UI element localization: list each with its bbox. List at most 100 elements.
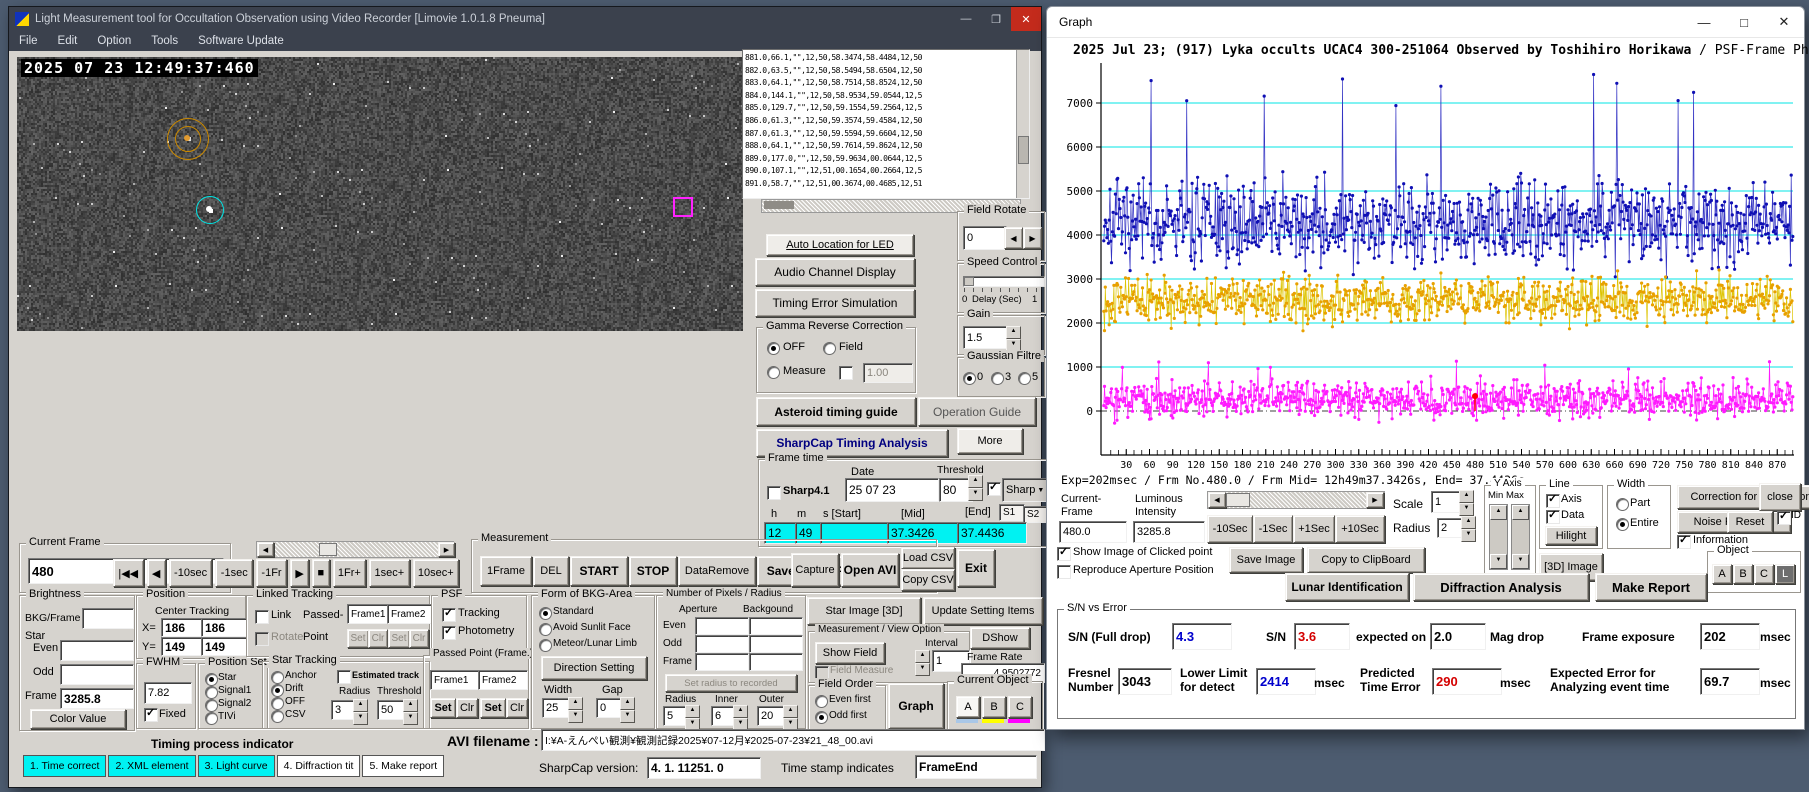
transport-button[interactable]: 1sec+ <box>369 559 410 587</box>
object-c-button[interactable]: C <box>1008 696 1032 718</box>
diffraction-analysis-button[interactable]: Diffraction Analysis <box>1413 573 1589 601</box>
measurement-data-list[interactable]: 881.0,66.1,"",12,50,58.3474,58.4484,12,5… <box>742 49 1030 199</box>
star-frame-field[interactable]: 3285.8 <box>60 688 134 709</box>
gw-object-l-button[interactable]: L <box>1775 564 1795 584</box>
timing-tab[interactable]: 5. Make report <box>362 755 445 777</box>
information-checkbox[interactable] <box>1677 533 1691 549</box>
hilight-button[interactable]: Hilight <box>1545 526 1597 545</box>
y-min-spinner[interactable]: ▲ ▼ <box>1489 504 1508 570</box>
linked-frame2-field[interactable]: Frame2 <box>387 604 433 624</box>
passed-clr2-button[interactable]: Clr <box>506 698 528 718</box>
dshow-button[interactable]: DShow <box>970 627 1030 649</box>
pixels-even-aperture[interactable] <box>695 617 749 635</box>
id-checkbox[interactable] <box>1777 509 1791 525</box>
show-image-checkbox[interactable] <box>1057 545 1071 561</box>
bkg-standard-radio[interactable] <box>539 607 552 620</box>
exposure-field[interactable]: 202 <box>1700 623 1760 650</box>
data-list-row[interactable]: 883.0,64.1,"",12,50,58.7514,58.8524,12,5… <box>745 77 1029 90</box>
gain-spinner[interactable]: ▲ ▼ <box>1006 326 1021 352</box>
gw-scrollbar[interactable]: ◀ ▶ <box>1207 491 1385 509</box>
passed-set1-button[interactable]: Set <box>430 698 456 718</box>
data-remove-button[interactable]: DataRemove <box>678 556 756 586</box>
passed-set2-button[interactable]: Set <box>480 698 506 718</box>
set-radius-recorded-button[interactable]: Set radius to recorded <box>665 674 797 692</box>
line-data-checkbox[interactable] <box>1546 508 1560 524</box>
direction-setting-button[interactable]: Direction Setting <box>541 656 647 680</box>
sharp41-checkbox[interactable] <box>767 486 781 500</box>
sharp-checkbox[interactable] <box>987 480 1001 496</box>
auto-location-led-button[interactable]: Auto Location for LED <box>766 234 914 256</box>
data-list-row[interactable]: 891.0,58.7,"",12,51,00.3674,00.4685,12,5… <box>745 178 1029 191</box>
expected-field[interactable]: 2.0 <box>1430 623 1486 650</box>
object-b-button[interactable]: B <box>982 696 1006 718</box>
gw-luminous-field[interactable]: 3285.8 <box>1133 521 1205 543</box>
graph-minimize-button[interactable]: — <box>1684 7 1724 37</box>
posset-tivi-radio[interactable] <box>205 712 218 725</box>
pixels-frame-background[interactable] <box>749 653 803 671</box>
width-part-radio[interactable] <box>1616 498 1629 511</box>
open-avi-button[interactable]: Open AVI <box>841 553 899 587</box>
y-tracking-field[interactable]: 149 <box>201 637 247 656</box>
transport-button[interactable]: ◀ <box>146 559 166 587</box>
even-first-radio[interactable] <box>815 695 828 708</box>
transport-button[interactable]: |◀◀ <box>113 559 144 587</box>
menu-item[interactable]: File <box>9 35 48 47</box>
field-rotate-right-arrow[interactable]: ▶ <box>1023 227 1042 249</box>
start-button[interactable]: START <box>570 556 628 586</box>
copy-clipboard-button[interactable]: Copy to ClipBoard <box>1307 547 1425 573</box>
gaussian-3-radio[interactable] <box>991 372 1004 385</box>
sn-full-field[interactable]: 4.3 <box>1172 623 1232 650</box>
sn-field[interactable]: 3.6 <box>1294 623 1350 650</box>
gw-radius-spinner[interactable]: ▲ ▼ <box>1461 516 1476 542</box>
data-list-row[interactable]: 887.0,61.3,"",12,50,59.5594,59.6604,12,5… <box>745 128 1029 141</box>
load-csv-button[interactable]: Load CSV <box>901 547 955 569</box>
x-center-field[interactable]: 186 <box>161 618 203 637</box>
threshold-spinner[interactable]: ▲ ▼ <box>968 475 983 501</box>
more-button[interactable]: More <box>957 428 1023 454</box>
sharp-dropdown[interactable]: Sharp ▼ <box>1002 478 1052 502</box>
field-rotate-left-arrow[interactable]: ◀ <box>1004 227 1023 249</box>
pixels-odd-aperture[interactable] <box>695 635 749 653</box>
gw-scrollbar-thumb[interactable] <box>1226 493 1250 507</box>
lower-limit-field[interactable]: 2414 <box>1256 668 1316 695</box>
gaussian-0-radio[interactable] <box>963 372 976 385</box>
gw-object-b-button[interactable]: B <box>1733 564 1753 584</box>
pixels-even-background[interactable] <box>749 617 803 635</box>
width-entire-radio[interactable] <box>1616 518 1629 531</box>
sharpcap-version-field[interactable]: 4. 1. 11251. 0 <box>647 757 761 779</box>
off-radio[interactable] <box>271 697 284 710</box>
passed-clr1-button[interactable]: Clr <box>456 698 478 718</box>
transport-button[interactable]: -1sec <box>215 559 254 587</box>
data-list-row[interactable]: 882.0,63.5,"",12,50,58.5494,58.6504,12,5… <box>745 65 1029 78</box>
csv-radio[interactable] <box>271 710 284 723</box>
operation-guide-button[interactable]: Operation Guide <box>918 397 1036 426</box>
star-even-field[interactable] <box>60 640 134 661</box>
timestamp-indicates-field[interactable]: FrameEnd <box>915 755 1037 779</box>
st-threshold-spinner[interactable]: ▲ ▼ <box>403 699 418 725</box>
minus-1sec-button[interactable]: -1Sec <box>1253 515 1293 543</box>
graph-close-button[interactable]: ✕ <box>1764 7 1804 37</box>
show-field-button[interactable]: Show Field <box>815 642 885 664</box>
bkg-avoid-radio[interactable] <box>539 623 552 636</box>
gw-current-frame-field[interactable]: 480.0 <box>1059 521 1127 543</box>
bkg-meteor-radio[interactable] <box>539 639 552 652</box>
bkg-gap-spinner[interactable]: ▲ ▼ <box>620 697 635 723</box>
gain-value[interactable]: 1.5 <box>963 326 1011 349</box>
transport-button[interactable]: ■ <box>312 559 330 587</box>
pixels-frame-aperture[interactable] <box>695 653 749 671</box>
reset-button[interactable]: Reset <box>1727 511 1773 533</box>
psf-photometry-checkbox[interactable] <box>442 624 456 640</box>
data-list-row[interactable]: 889.0,177.0,"",12,50,59.9634,00.0644,12,… <box>745 153 1029 166</box>
rotate-checkbox[interactable] <box>255 632 269 646</box>
speed-slider-track[interactable] <box>963 276 1045 287</box>
fwhm-fixed-checkbox[interactable] <box>144 706 158 722</box>
timing-tab[interactable]: 1. Time correct <box>23 755 107 777</box>
posset-signal1-radio[interactable] <box>205 686 218 699</box>
end-field[interactable]: 37.4436 <box>957 522 1027 544</box>
transport-button[interactable]: ▶ <box>289 559 310 587</box>
object-a-button[interactable]: A <box>956 696 980 718</box>
pixels-odd-background[interactable] <box>749 635 803 653</box>
bkg-frame-field[interactable] <box>82 608 134 629</box>
timing-tab[interactable]: 2. XML element <box>108 755 196 777</box>
minimize-button[interactable]: — <box>951 7 981 31</box>
